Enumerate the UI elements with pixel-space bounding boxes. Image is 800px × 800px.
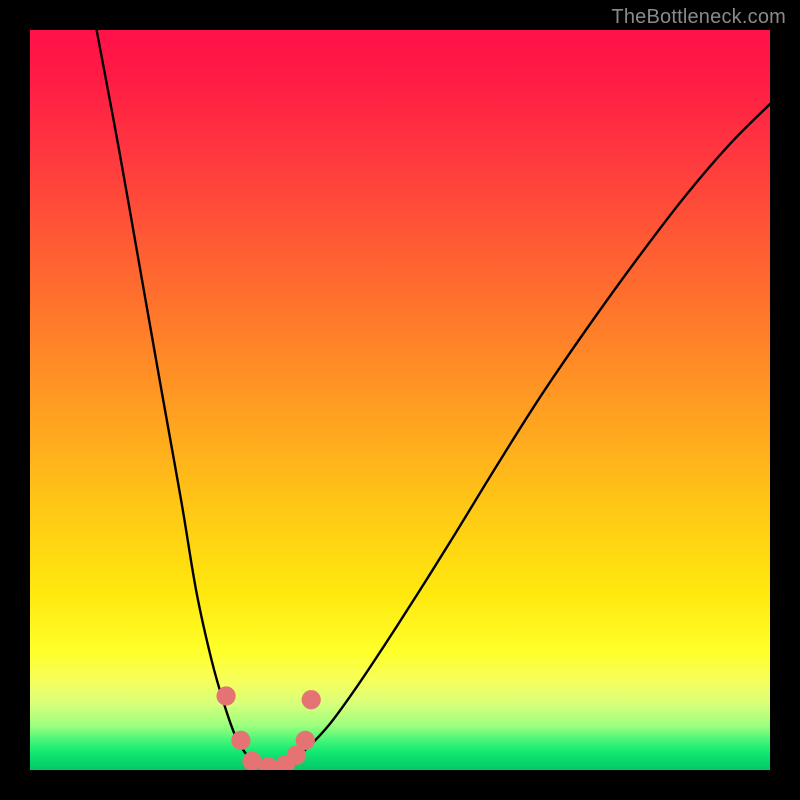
- marker-dot: [259, 757, 278, 770]
- marker-dot: [287, 746, 306, 765]
- watermark-text: TheBottleneck.com: [611, 6, 786, 29]
- marker-dot: [216, 686, 235, 705]
- marker-dot: [231, 731, 250, 750]
- marker-dot: [302, 690, 321, 709]
- chart-frame: TheBottleneck.com: [0, 0, 800, 800]
- bottleneck-curve: [97, 30, 770, 769]
- highlight-markers: [216, 686, 320, 770]
- marker-dot: [242, 752, 261, 771]
- marker-dot: [296, 731, 315, 750]
- curve-layer: [30, 30, 770, 770]
- plot-area: [30, 30, 770, 770]
- marker-dot: [276, 755, 295, 770]
